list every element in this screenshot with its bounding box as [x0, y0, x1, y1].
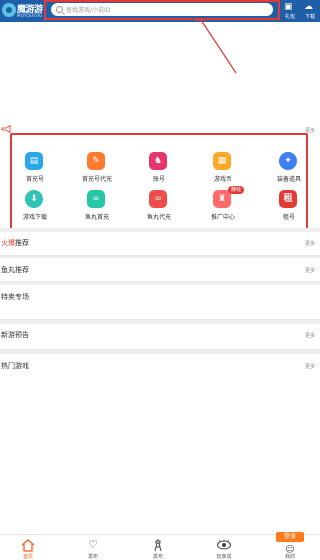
- section-hot-recommend[interactable]: 火爆推荐 更多: [0, 232, 320, 256]
- tab-players[interactable]: 玩家说: [204, 535, 244, 560]
- coin-icon: ▦: [213, 152, 231, 170]
- fishball-icon: ∞: [87, 190, 105, 208]
- app-logo[interactable]: 魔游游 MOYOUYOU: [2, 1, 46, 21]
- top-header: 魔游游 MOYOUYOU 查找游戏/小说ID ▣ 礼包 ☁ 下载: [0, 0, 320, 22]
- home-icon: [21, 539, 35, 552]
- earn-badge: 赚钱: [228, 186, 245, 194]
- megaphone-icon: [1, 125, 11, 133]
- section-title: 新游预告: [1, 331, 29, 339]
- equipment-icon: ✦: [279, 152, 297, 170]
- category-label: 租号: [282, 214, 295, 221]
- category-item-9[interactable]: 租 租号: [264, 190, 314, 230]
- download-label: 下载: [304, 14, 315, 20]
- category-grid: ▤ 首充号 ✎ 首充号代充 ♞ 账号 ▦ 游戏币 ✦ 装备道具 ⬇ 游戏下载 ∞…: [10, 133, 308, 232]
- section-special-sale[interactable]: 特卖专场: [0, 285, 320, 320]
- category-item-6[interactable]: ∞ 鱼丸首充: [72, 190, 122, 230]
- category-label: 账号: [152, 176, 165, 183]
- tab-favorites[interactable]: ♡ 发布: [73, 535, 113, 560]
- logo-subtext: MOYOUYOU: [17, 13, 43, 18]
- login-badge[interactable]: 登录: [276, 532, 304, 542]
- category-label: 推广中心: [210, 214, 235, 221]
- app-root: 魔游游 MOYOUYOU 查找游戏/小说ID ▣ 礼包 ☁ 下载 更多 ▤ 首充…: [0, 0, 320, 560]
- tab-label: 发布: [87, 554, 98, 560]
- section-title: 特卖专场: [1, 293, 29, 301]
- tab-label: 发布: [152, 554, 163, 560]
- category-item-7[interactable]: ∞ 鱼丸代充: [134, 190, 184, 230]
- tab-label: 玩家说: [216, 554, 232, 560]
- category-label: 鱼丸首充: [84, 214, 109, 221]
- category-label: 游戏下载: [22, 214, 47, 221]
- section-title: 热门游戏: [1, 362, 29, 370]
- category-item-0[interactable]: ▤ 首充号: [10, 152, 60, 192]
- category-item-4[interactable]: ✦ 装备道具: [264, 152, 314, 192]
- category-item-5[interactable]: ⬇ 游戏下载: [10, 190, 60, 230]
- section-more-link[interactable]: 更多: [305, 332, 315, 339]
- fishball-recharge-icon: ∞: [149, 190, 167, 208]
- search-icon: [56, 6, 63, 13]
- download-icon: ⬇: [25, 190, 43, 208]
- account-icon: ♞: [149, 152, 167, 170]
- tab-publish[interactable]: 发布: [138, 535, 178, 560]
- category-label: 游戏币: [213, 176, 232, 183]
- section-new-games[interactable]: 新游预告 更多: [0, 324, 320, 350]
- category-label: 首充号代充: [81, 176, 112, 183]
- section-title: 火爆推荐: [1, 239, 29, 247]
- logo-icon: [2, 3, 16, 17]
- category-item-2[interactable]: ♞ 账号: [134, 152, 184, 192]
- category-label: 装备道具: [276, 176, 301, 183]
- section-hot-games[interactable]: 热门游戏 更多: [0, 354, 320, 384]
- category-label: 首充号: [25, 176, 44, 183]
- section-title: 鱼丸推荐: [1, 266, 29, 274]
- category-item-8[interactable]: ♜ 赚钱 推广中心: [198, 186, 248, 230]
- tab-label: 我的: [284, 554, 295, 560]
- search-input[interactable]: 查找游戏/小说ID: [51, 3, 273, 16]
- tab-home[interactable]: 首页: [8, 535, 48, 560]
- section-more-link[interactable]: 更多: [305, 267, 315, 274]
- category-label: 鱼丸代充: [146, 214, 171, 221]
- section-fishball-recommend[interactable]: 鱼丸推荐 更多: [0, 258, 320, 282]
- voucher-icon: ✎: [87, 152, 105, 170]
- rent-icon: 租: [279, 190, 297, 208]
- heart-icon: ♡: [88, 538, 98, 551]
- download-cloud-icon: ☁: [304, 2, 313, 12]
- gift-label: 礼包: [284, 14, 295, 20]
- tower-icon: [154, 539, 162, 552]
- tab-profile[interactable]: 登录 ☺ 我的: [270, 532, 310, 560]
- section-more-link[interactable]: 更多: [305, 363, 315, 370]
- eye-icon: [217, 539, 231, 550]
- tab-label: 首页: [22, 554, 33, 560]
- gift-button[interactable]: ▣ 礼包: [281, 1, 299, 21]
- bottom-tab-bar: 首页 ♡ 发布 发布 玩家说 登录 ☺ 我的: [0, 532, 320, 560]
- gift-icon: ▣: [284, 2, 293, 12]
- search-placeholder: 查找游戏/小说ID: [66, 7, 111, 14]
- section-more-link[interactable]: 更多: [305, 240, 315, 247]
- category-item-1[interactable]: ✎ 首充号代充: [72, 152, 122, 192]
- ticket-icon: ▤: [25, 152, 43, 170]
- download-button[interactable]: ☁ 下载: [301, 1, 319, 21]
